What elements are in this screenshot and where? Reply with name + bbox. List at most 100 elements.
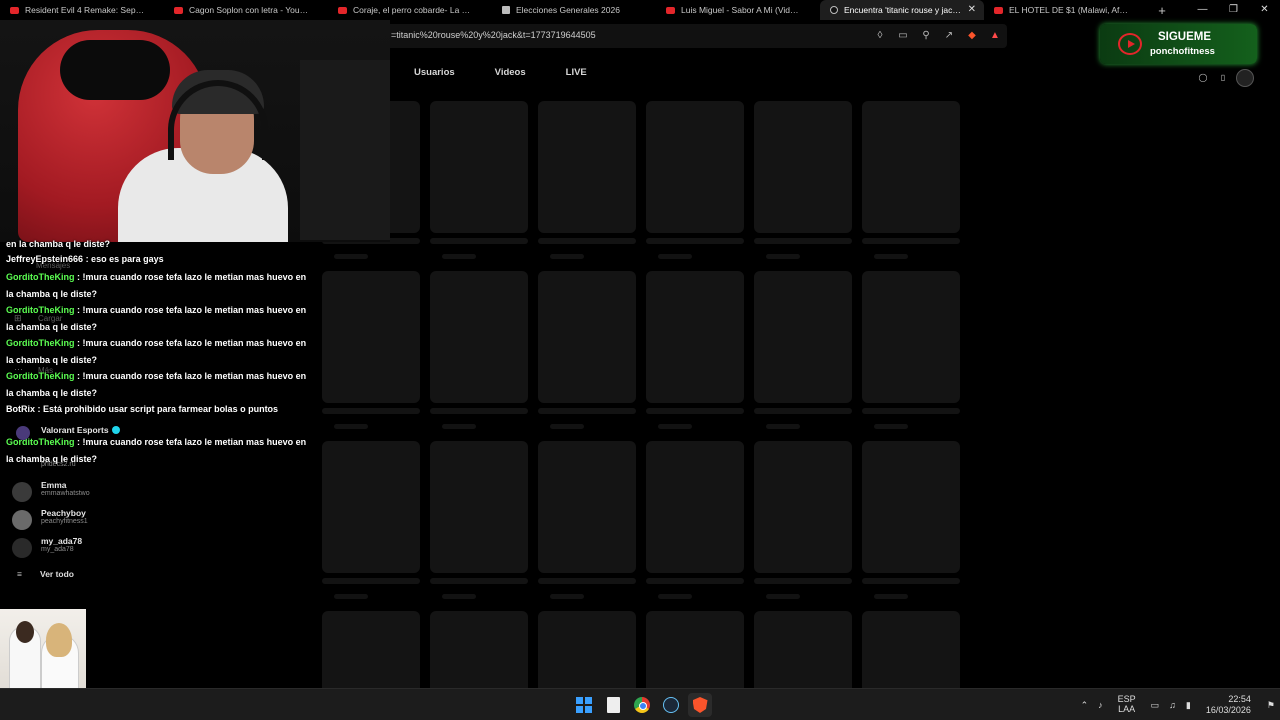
following-handle: pridecs2.ru [41, 461, 76, 468]
chair-headrest [60, 40, 170, 100]
taskbar-steam[interactable] [659, 693, 683, 717]
following-name: Valorant Esports [41, 425, 120, 435]
chevron-up-icon[interactable]: ⌃ [1076, 700, 1094, 711]
caption-placeholder [646, 578, 744, 584]
coins-icon[interactable]: ◯ [1196, 71, 1210, 85]
video-card-placeholder [646, 441, 744, 573]
room-background [300, 60, 390, 240]
webcam-overlay [0, 20, 390, 242]
profile-avatar[interactable] [1236, 69, 1254, 87]
avatar [12, 482, 32, 502]
battery-icon[interactable]: ▮ [1181, 700, 1196, 711]
close-window-icon[interactable]: ✕ [1249, 0, 1280, 20]
browser-tab-active[interactable]: Encuentra 'titanic rouse y jack' e ✕ [820, 0, 984, 20]
chat-username: GorditoTheKing [6, 338, 75, 348]
window-controls: — ❐ ✕ [1187, 0, 1280, 20]
caption-placeholder [754, 238, 852, 244]
video-card-placeholder [538, 441, 636, 573]
phone-icon[interactable]: ▯ [1216, 71, 1230, 85]
microphone-icon[interactable]: ♪ [1093, 700, 1108, 710]
meta-placeholder [550, 594, 584, 599]
new-tab-button[interactable]: + [1152, 3, 1172, 18]
verified-icon [111, 426, 120, 434]
meta-placeholder [874, 254, 908, 259]
volume-icon[interactable]: ♫ [1164, 700, 1181, 710]
tiktok-icon [830, 6, 838, 14]
notification-icon[interactable]: ⚑ [1262, 700, 1280, 711]
chat-text: en la chamba q le diste? [6, 239, 111, 249]
following-item[interactable]: Valorant Esports [12, 423, 172, 447]
following-name: Emma [41, 480, 67, 490]
start-button[interactable] [572, 693, 596, 717]
tab-title: Resident Evil 4 Remake: Separate Wa [25, 5, 145, 15]
video-card-placeholder [430, 441, 528, 573]
system-tray: ⌃ ♪ ESP LAA ▭ ♫ ▮ 22:54 16/03/2026 ⚑ [1076, 689, 1280, 720]
clock[interactable]: 22:54 16/03/2026 [1196, 694, 1262, 716]
tab-videos[interactable]: Videos [495, 67, 526, 78]
meta-placeholder [766, 594, 800, 599]
following-item[interactable]: my_ada78 my_ada78 [12, 536, 172, 560]
browser-tab[interactable]: Cagon Soplon con letra - YouTube [164, 0, 328, 20]
browser-tab[interactable]: Resident Evil 4 Remake: Separate Wa [0, 0, 164, 20]
header-actions: ◯ ▯ [1196, 69, 1254, 87]
browser-tab[interactable]: EL HOTEL DE $1 (Malawi, Africa) - Yo [984, 0, 1148, 20]
brave-shields-icon[interactable]: ◆ [964, 28, 980, 44]
browser-tab[interactable]: Coraje, el perro cobarde- La perfecci [328, 0, 492, 20]
cast-icon[interactable]: ▭ [895, 28, 911, 44]
clock-date: 16/03/2026 [1205, 705, 1251, 715]
caption-placeholder [430, 408, 528, 414]
caption-placeholder [538, 238, 636, 244]
chat-message: BotRix : Está prohibido usar script para… [6, 401, 316, 418]
chat-username: BotRix [6, 404, 35, 414]
taskbar-brave[interactable] [688, 693, 712, 717]
maximize-icon[interactable]: ❐ [1218, 0, 1249, 20]
caption-placeholder [322, 578, 420, 584]
meta-placeholder [550, 254, 584, 259]
person-head [46, 623, 72, 657]
tab-users[interactable]: Usuarios [414, 67, 455, 78]
caption-placeholder [862, 578, 960, 584]
chat-message: GorditoTheKing : !mura cuando rose tefa … [6, 302, 316, 335]
brave-rewards-icon[interactable]: ▲ [987, 28, 1003, 44]
chat-message: GorditoTheKing : !mura cuando rose tefa … [6, 269, 316, 302]
following-item[interactable]: Peachyboy peachyfitness1 [12, 508, 172, 532]
zoom-icon[interactable]: ⚲ [918, 28, 934, 44]
avatar [12, 510, 32, 530]
see-all-link[interactable]: ≡ Ver todo [17, 569, 74, 579]
language-indicator[interactable]: ESP LAA [1108, 695, 1146, 715]
browser-tab[interactable]: Luis Miguel - Sabor A Mi (Video Con [656, 0, 820, 20]
taskbar-file-app[interactable] [601, 693, 625, 717]
video-card-placeholder [754, 271, 852, 403]
network-icon[interactable]: ▭ [1146, 700, 1165, 711]
share-icon[interactable]: ↗ [941, 28, 957, 44]
caption-placeholder [646, 238, 744, 244]
chat-text: : Está prohibido usar script para farmea… [37, 404, 279, 414]
following-item[interactable]: Emma emmawhatstwo [12, 480, 172, 504]
person-head [16, 621, 34, 643]
chat-username: GorditoTheKing [6, 371, 75, 381]
caption-placeholder [862, 408, 960, 414]
video-card-placeholder [538, 271, 636, 403]
tab-live[interactable]: LIVE [566, 67, 587, 78]
following-handle: my_ada78 [41, 546, 74, 553]
chat-message: GorditoTheKing : !mura cuando rose tefa … [6, 335, 316, 368]
meta-placeholder [442, 424, 476, 429]
mute-site-icon[interactable]: ◊ [872, 28, 888, 44]
chat-message: GorditoTheKing : !mura cuando rose tefa … [6, 368, 316, 401]
minimize-icon[interactable]: — [1187, 0, 1218, 20]
youtube-icon [338, 6, 347, 14]
caption-placeholder [862, 238, 960, 244]
chrome-icon [634, 697, 650, 713]
caption-placeholder [322, 408, 420, 414]
video-card-placeholder [754, 101, 852, 233]
avatar [16, 426, 30, 440]
taskbar-chrome[interactable] [630, 693, 654, 717]
youtube-icon [10, 6, 19, 14]
browser-tab[interactable]: Elecciones Generales 2026 [492, 0, 656, 20]
close-tab-icon[interactable]: ✕ [968, 4, 976, 15]
meta-placeholder [874, 424, 908, 429]
following-item[interactable]: pridecs2.ru [12, 451, 172, 475]
caption-placeholder [754, 578, 852, 584]
video-card-placeholder [538, 101, 636, 233]
browser-tab-strip: Resident Evil 4 Remake: Separate Wa Cago… [0, 0, 1280, 20]
